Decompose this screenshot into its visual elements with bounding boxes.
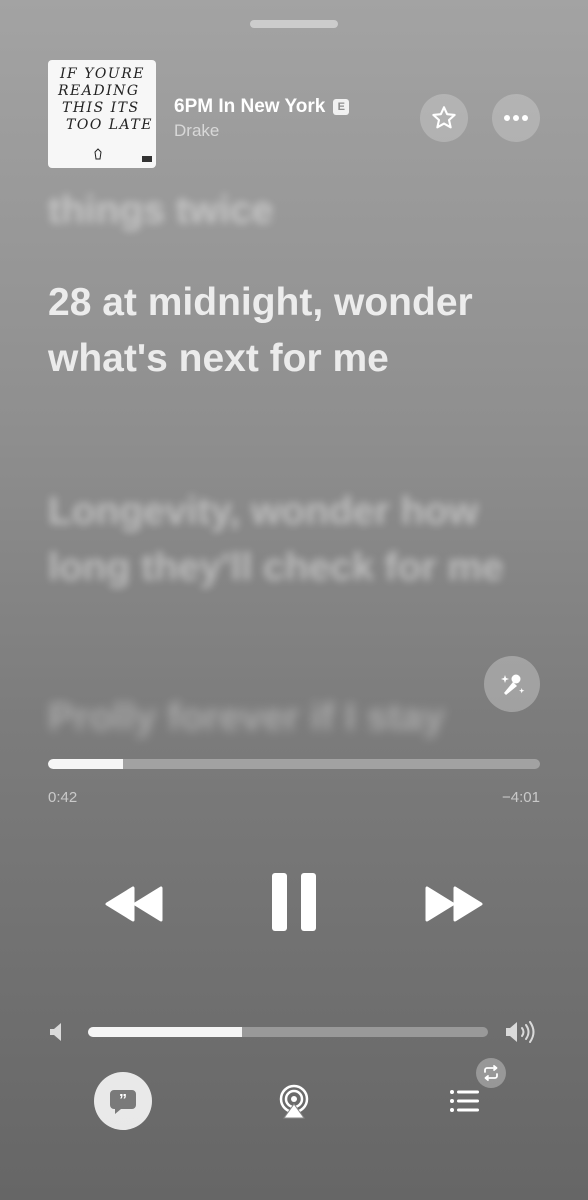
- more-options-button[interactable]: [492, 94, 540, 142]
- ellipsis-icon: [504, 115, 528, 121]
- artwork-line: TOO LATE: [66, 117, 153, 133]
- lyric-line-next[interactable]: Longevity, wonder how long they'll check…: [48, 484, 538, 596]
- favorite-button[interactable]: [420, 94, 468, 142]
- artist-name[interactable]: Drake: [174, 121, 219, 141]
- pause-icon: [272, 873, 316, 931]
- airplay-icon: [279, 1084, 309, 1119]
- explicit-badge: E: [333, 99, 350, 115]
- remaining-time: −4:01: [502, 789, 540, 806]
- album-artwork[interactable]: IF YOURE READING THIS ITS TOO LATE: [48, 60, 156, 168]
- lyric-line-upcoming[interactable]: Prolly forever if I stay: [48, 690, 538, 746]
- elapsed-time: 0:42: [48, 789, 78, 806]
- volume-low-icon: [50, 1023, 61, 1041]
- artwork-handwriting: IF YOURE READING THIS ITS TOO LATE: [48, 60, 156, 168]
- track-title: 6PM In New York: [174, 96, 326, 117]
- lyric-line-previous[interactable]: things twice: [48, 183, 538, 239]
- list-icon: [450, 1090, 479, 1112]
- playback-scrubber[interactable]: [48, 759, 540, 769]
- airplay-button[interactable]: [270, 1080, 318, 1122]
- volume-high-icon: [506, 1021, 535, 1043]
- next-track-button[interactable]: [420, 876, 488, 932]
- volume-level-fill: [88, 1027, 242, 1037]
- playback-progress-fill: [48, 759, 124, 769]
- sheet-grabber[interactable]: [250, 20, 338, 28]
- microphone-sparkle-icon: [501, 674, 525, 695]
- lyric-line-current[interactable]: 28 at midnight, wonder what's next for m…: [48, 275, 538, 387]
- star-icon: [432, 106, 456, 129]
- rewind-icon: [105, 886, 163, 922]
- owl-logo-icon: [94, 148, 102, 160]
- volume-slider[interactable]: [88, 1027, 488, 1037]
- parental-advisory-mark: [142, 156, 152, 162]
- artwork-line: READING: [58, 83, 140, 99]
- previous-track-button[interactable]: [100, 876, 168, 932]
- sing-mode-button[interactable]: [484, 656, 540, 712]
- pause-button[interactable]: [262, 866, 326, 938]
- track-title-row[interactable]: 6PM In New York E: [174, 96, 350, 118]
- repeat-indicator[interactable]: [476, 1058, 506, 1088]
- quote-bubble-icon: ”: [110, 1090, 136, 1114]
- up-next-queue-button[interactable]: [440, 1080, 488, 1122]
- fast-forward-icon: [425, 886, 483, 922]
- svg-text:”: ”: [119, 1092, 127, 1109]
- artwork-line: IF YOURE: [60, 66, 145, 82]
- repeat-icon: [484, 1065, 498, 1081]
- artwork-line: THIS ITS: [62, 100, 140, 116]
- lyrics-button[interactable]: ”: [94, 1072, 152, 1130]
